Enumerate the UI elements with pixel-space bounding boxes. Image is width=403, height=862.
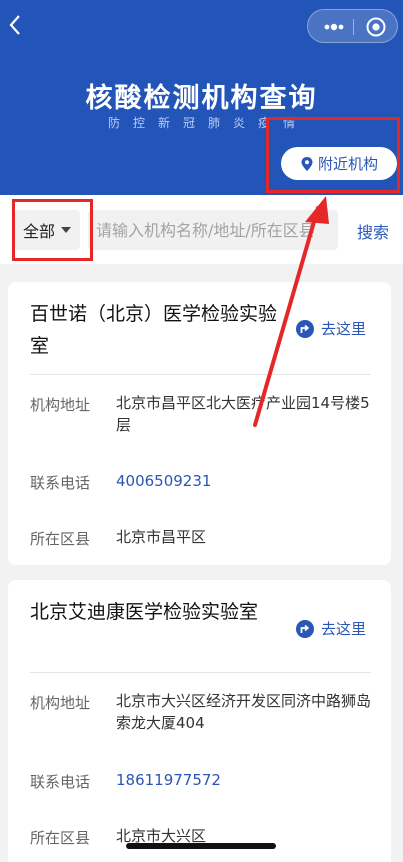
institution-name: 北京艾迪康医学检验实验室 xyxy=(30,601,259,623)
phone-link[interactable]: 18611977572 xyxy=(116,769,371,791)
more-dots-icon[interactable] xyxy=(321,19,347,35)
goto-label: 去这里 xyxy=(321,320,367,338)
district-label: 所在区县 xyxy=(30,829,91,847)
divider xyxy=(30,672,371,673)
capsule-divider xyxy=(353,19,354,35)
back-arrow-icon[interactable] xyxy=(4,10,30,40)
annotation-highlight-box xyxy=(12,199,93,261)
home-indicator xyxy=(126,843,276,849)
phone-label: 联系电话 xyxy=(30,474,91,492)
address-value: 北京市大兴区经济开发区同济中路狮岛索龙大厦404 xyxy=(116,692,372,732)
institution-card: 百世诺（北京）医学检验实验室 去这里 机构地址 北京市昌平区北大医疗产业园14号… xyxy=(8,282,391,565)
address-value: 北京市昌平区北大医疗产业园14号楼5层 xyxy=(116,394,370,434)
district-value: 北京市昌平区 xyxy=(116,528,207,546)
page-title: 核酸检测机构查询 xyxy=(85,83,318,114)
annotation-highlight-box xyxy=(266,117,400,193)
mini-program-capsule xyxy=(307,9,398,43)
institution-card: 北京艾迪康医学检验实验室 去这里 机构地址 北京市大兴区经济开发区同济中路狮岛索… xyxy=(8,580,391,862)
navigation-icon xyxy=(296,319,314,338)
goto-label: 去这里 xyxy=(321,620,367,638)
institution-name: 百世诺（北京）医学检验实验室 xyxy=(30,303,278,357)
search-button[interactable]: 搜索 xyxy=(357,219,389,243)
phone-link[interactable]: 4006509231 xyxy=(116,470,371,492)
navigation-icon xyxy=(296,619,314,638)
goto-button[interactable]: 去这里 xyxy=(295,318,366,339)
phone-label: 联系电话 xyxy=(30,773,91,791)
header: 核酸检测机构查询 防控新冠肺炎疫情 附近机构 xyxy=(0,0,403,195)
address-label: 机构地址 xyxy=(30,694,91,712)
goto-button[interactable]: 去这里 xyxy=(295,618,366,639)
close-target-icon[interactable] xyxy=(365,16,387,38)
district-label: 所在区县 xyxy=(30,530,91,548)
search-input[interactable] xyxy=(88,210,338,250)
address-label: 机构地址 xyxy=(30,396,91,414)
divider xyxy=(30,374,371,375)
